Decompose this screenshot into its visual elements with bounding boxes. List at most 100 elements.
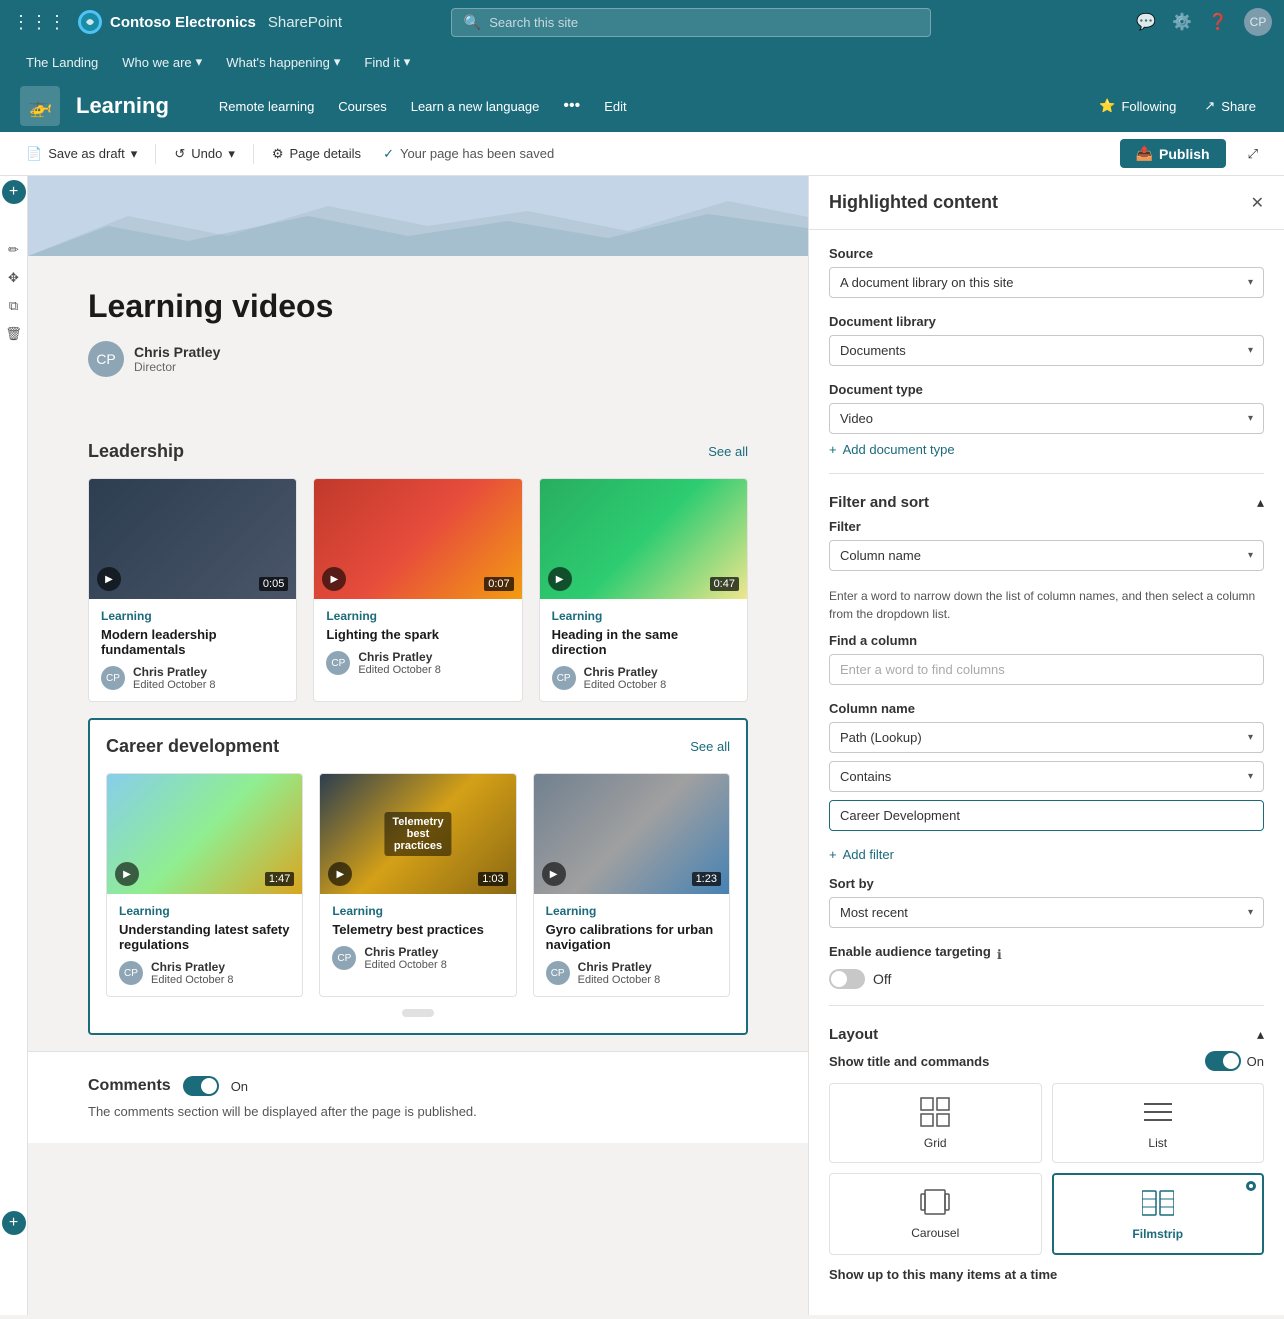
document-type-select[interactable]: Video ▾ [829,403,1264,434]
show-title-label: Show title and commands [829,1054,989,1069]
side-edit-icon[interactable]: ✏ [2,238,26,262]
search-box[interactable]: 🔍 [451,8,931,37]
career-development-section: Career development See all ▶ 1:47 Learni… [88,718,748,1035]
audience-targeting-info-icon[interactable]: ℹ [997,947,1002,963]
side-move-icon[interactable]: ✥ [2,266,26,290]
plus-icon: + [829,847,837,862]
top-navigation: ⋮⋮⋮ Contoso Electronics SharePoint 🔍 💬 ⚙… [0,0,1284,44]
video-thumbnail: Telemetrybestpractices ▶ 1:03 [320,774,515,894]
app-launcher-button[interactable]: ⋮⋮⋮ [12,12,66,33]
nav-item-whoweare[interactable]: Who we are ▾ [112,50,212,74]
video-duration: 1:23 [692,872,721,886]
video-thumbnail: ▶ 1:47 [107,774,302,894]
find-column-field: Find a column [829,633,1264,685]
play-button[interactable]: ▶ [542,862,566,886]
filter-sort-header[interactable]: Filter and sort ▴ [829,486,1264,519]
video-thumbnail: ▶ 0:07 [314,479,521,599]
nav-remote-learning[interactable]: Remote learning [209,95,324,118]
nav-courses[interactable]: Courses [328,95,396,118]
nav-item-landing[interactable]: The Landing [16,51,108,74]
product-name: SharePoint [268,14,342,31]
filter-select[interactable]: Column name ▾ [829,540,1264,571]
document-library-chevron-icon: ▾ [1248,345,1253,356]
layout-options: Grid List [829,1083,1264,1255]
page-details-button[interactable]: ⚙ Page details [262,140,371,168]
nav-learn-language[interactable]: Learn a new language [401,95,550,118]
source-select[interactable]: A document library on this site ▾ [829,267,1264,298]
share-button[interactable]: ↗ Share [1196,94,1264,118]
sort-by-label: Sort by [829,876,1264,891]
audience-targeting-toggle[interactable] [829,969,865,989]
layout-section-header[interactable]: Layout ▴ [829,1018,1264,1051]
side-copy-icon[interactable]: ⧉ [2,294,26,318]
play-button[interactable]: ▶ [97,567,121,591]
find-column-input[interactable] [829,654,1264,685]
edit-button[interactable]: Edit [594,95,636,118]
document-type-value: Video [840,411,873,426]
comments-toggle[interactable] [183,1076,219,1096]
layout-option-filmstrip[interactable]: Filmstrip [1052,1173,1265,1255]
video-info: Learning Heading in the same direction C… [540,599,747,701]
document-library-select[interactable]: Documents ▾ [829,335,1264,366]
video-title: Modern leadership fundamentals [101,627,284,657]
add-section-top-button[interactable]: + [2,180,26,204]
page-banner [28,176,808,256]
help-icon[interactable]: ❓ [1208,12,1228,32]
play-button[interactable]: ▶ [322,567,346,591]
video-title: Lighting the spark [326,627,509,642]
video-card: ▶ 0:07 Learning Lighting the spark CP Ch… [313,478,522,702]
list-layout-icon [1142,1096,1174,1128]
video-tag: Learning [326,609,509,623]
condition-select[interactable]: Contains ▾ [829,761,1264,792]
add-filter-link[interactable]: + Add filter [829,847,1264,862]
drag-handle[interactable] [402,1009,434,1017]
play-button[interactable]: ▶ [548,567,572,591]
notifications-icon[interactable]: 💬 [1136,12,1156,32]
save-draft-dropdown-icon[interactable]: ▾ [131,146,138,162]
more-nav-items-button[interactable]: ••• [553,93,590,119]
filter-value: Column name [840,548,921,563]
sort-by-select[interactable]: Most recent ▾ [829,897,1264,928]
career-see-all-link[interactable]: See all [690,739,730,754]
video-author-name: Chris Pratley [584,665,667,679]
expand-button[interactable]: ⤢ [1238,140,1268,168]
publish-button[interactable]: 📤 Publish [1120,139,1226,168]
video-thumbnail: ▶ 1:23 [534,774,729,894]
leadership-section-title: Leadership [88,441,184,462]
nav-item-find-it[interactable]: Find it ▾ [354,50,420,74]
undo-button[interactable]: ↺ Undo ▾ [164,140,245,168]
user-avatar[interactable]: CP [1244,8,1272,36]
toolbar-separator-1 [155,144,156,164]
layout-option-carousel[interactable]: Carousel [829,1173,1042,1255]
comments-section: Comments On The comments section will be… [28,1051,808,1143]
undo-dropdown-icon[interactable]: ▾ [228,146,235,162]
play-button[interactable]: ▶ [328,862,352,886]
search-input[interactable] [489,15,918,30]
nav-item-whats-happening[interactable]: What's happening ▾ [216,50,350,74]
source-chevron-icon: ▾ [1248,277,1253,288]
show-title-field: Show title and commands On [829,1051,1264,1071]
layout-option-list[interactable]: List [1052,1083,1265,1163]
career-section-header: Career development See all [106,736,730,757]
toggle-knob [1223,1053,1239,1069]
toggle-knob [831,971,847,987]
following-button[interactable]: ⭐ Following [1091,94,1184,118]
status-message: ✓ Your page has been saved [383,146,554,162]
leadership-section: Leadership See all ▶ 0:05 Learning Moder… [88,441,748,702]
side-delete-icon[interactable]: 🗑 [2,322,26,346]
close-panel-button[interactable]: ✕ [1251,193,1264,213]
column-name-select[interactable]: Path (Lookup) ▾ [829,722,1264,753]
search-icon: 🔍 [464,14,481,31]
filter-term-input[interactable] [829,800,1264,831]
layout-option-grid[interactable]: Grid [829,1083,1042,1163]
add-section-bottom-button[interactable]: + [2,1211,26,1235]
settings-icon[interactable]: ⚙️ [1172,12,1192,32]
source-label: Source [829,246,1264,261]
show-title-toggle[interactable] [1205,1051,1241,1071]
leadership-see-all-link[interactable]: See all [708,444,748,459]
save-draft-button[interactable]: 📄 Save as draft ▾ [16,140,147,168]
video-edited-date: Edited October 8 [584,679,667,691]
play-button[interactable]: ▶ [115,862,139,886]
add-document-type-link[interactable]: + Add document type [829,442,1264,457]
panel-title: Highlighted content [829,192,998,213]
